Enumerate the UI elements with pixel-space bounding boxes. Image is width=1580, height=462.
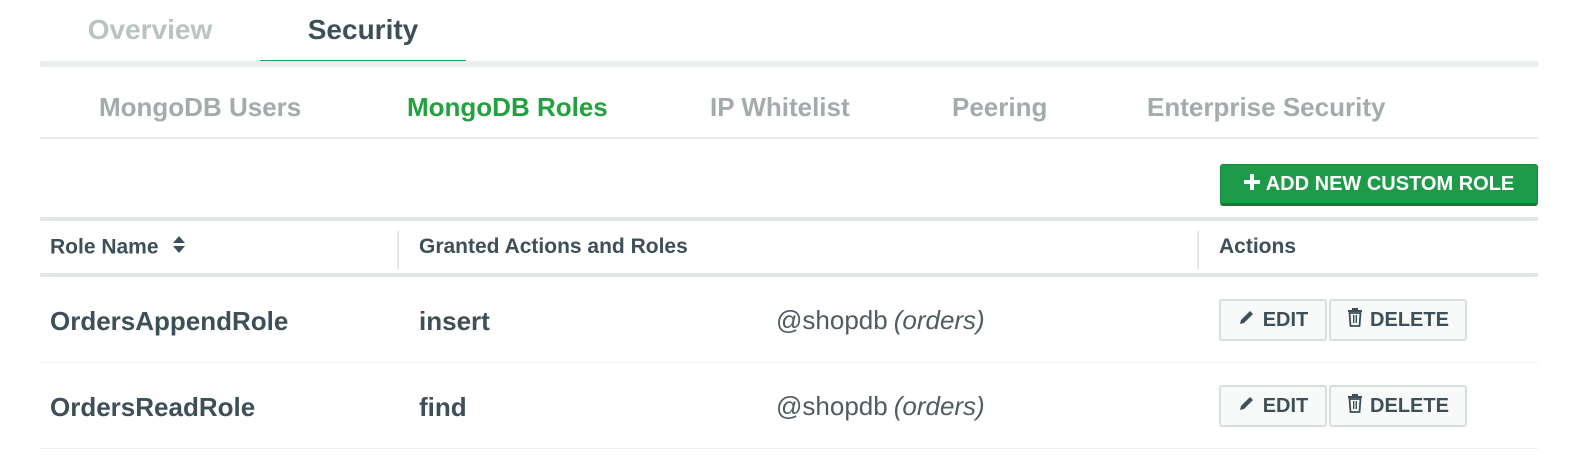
table-header: Role Name Granted Actions and Roles Acti… — [40, 217, 1538, 277]
header-actions: Actions — [1219, 235, 1297, 258]
subtab-mongodb-users[interactable]: MongoDB Users — [99, 92, 301, 123]
delete-label: DELETE — [1370, 394, 1449, 417]
subtab-ip-whitelist[interactable]: IP Whitelist — [710, 92, 850, 123]
top-tabs: Overview Security — [40, 0, 1538, 67]
granted-resource: @shopdb (orders) — [776, 305, 985, 336]
delete-button[interactable]: DELETE — [1329, 299, 1467, 341]
role-name: OrdersAppendRole — [50, 306, 289, 336]
table-row: OrdersAppendRole insert @shopdb (orders) … — [40, 277, 1538, 363]
add-new-custom-role-button[interactable]: ADD NEW CUSTOM ROLE — [1220, 164, 1538, 206]
subtab-enterprise-security[interactable]: Enterprise Security — [1147, 92, 1385, 123]
granted-resource: @shopdb (orders) — [776, 391, 985, 422]
header-granted-actions: Granted Actions and Roles — [419, 235, 688, 258]
column-divider — [397, 231, 399, 269]
trash-icon — [1347, 393, 1363, 419]
trash-icon — [1347, 307, 1363, 333]
resource-database: @shopdb — [776, 391, 888, 421]
resource-collection: (orders) — [893, 305, 985, 335]
delete-button[interactable]: DELETE — [1329, 385, 1467, 427]
column-divider — [1197, 231, 1199, 269]
table-row: OrdersReadRole find @shopdb (orders) EDIT… — [40, 363, 1538, 449]
delete-label: DELETE — [1370, 308, 1449, 331]
edit-label: EDIT — [1262, 394, 1309, 417]
roles-table: Role Name Granted Actions and Roles Acti… — [40, 217, 1538, 449]
plus-icon — [1243, 171, 1260, 195]
subtab-peering[interactable]: Peering — [952, 92, 1047, 123]
granted-action: find — [419, 392, 467, 422]
add-role-label: ADD NEW CUSTOM ROLE — [1265, 172, 1515, 195]
header-role-name-label: Role Name — [50, 235, 159, 259]
pencil-icon — [1238, 308, 1256, 332]
edit-button[interactable]: EDIT — [1219, 385, 1327, 427]
tab-security-label: Security — [307, 14, 419, 45]
resource-collection: (orders) — [893, 391, 985, 421]
edit-label: EDIT — [1262, 308, 1309, 331]
tab-overview[interactable]: Overview — [60, 0, 240, 61]
tab-overview-label: Overview — [87, 14, 213, 45]
edit-button[interactable]: EDIT — [1219, 299, 1327, 341]
security-subtabs: MongoDB Users MongoDB Roles IP Whitelist… — [40, 67, 1538, 139]
subtab-mongodb-roles[interactable]: MongoDB Roles — [407, 92, 608, 123]
granted-action: insert — [419, 306, 490, 336]
resource-database: @shopdb — [776, 305, 888, 335]
sort-icon[interactable] — [172, 235, 186, 261]
pencil-icon — [1238, 394, 1256, 418]
security-page: Overview Security MongoDB Users MongoDB … — [40, 0, 1538, 462]
header-role-name[interactable]: Role Name — [50, 235, 186, 261]
role-name: OrdersReadRole — [50, 392, 256, 422]
tab-security[interactable]: Security — [260, 0, 466, 67]
